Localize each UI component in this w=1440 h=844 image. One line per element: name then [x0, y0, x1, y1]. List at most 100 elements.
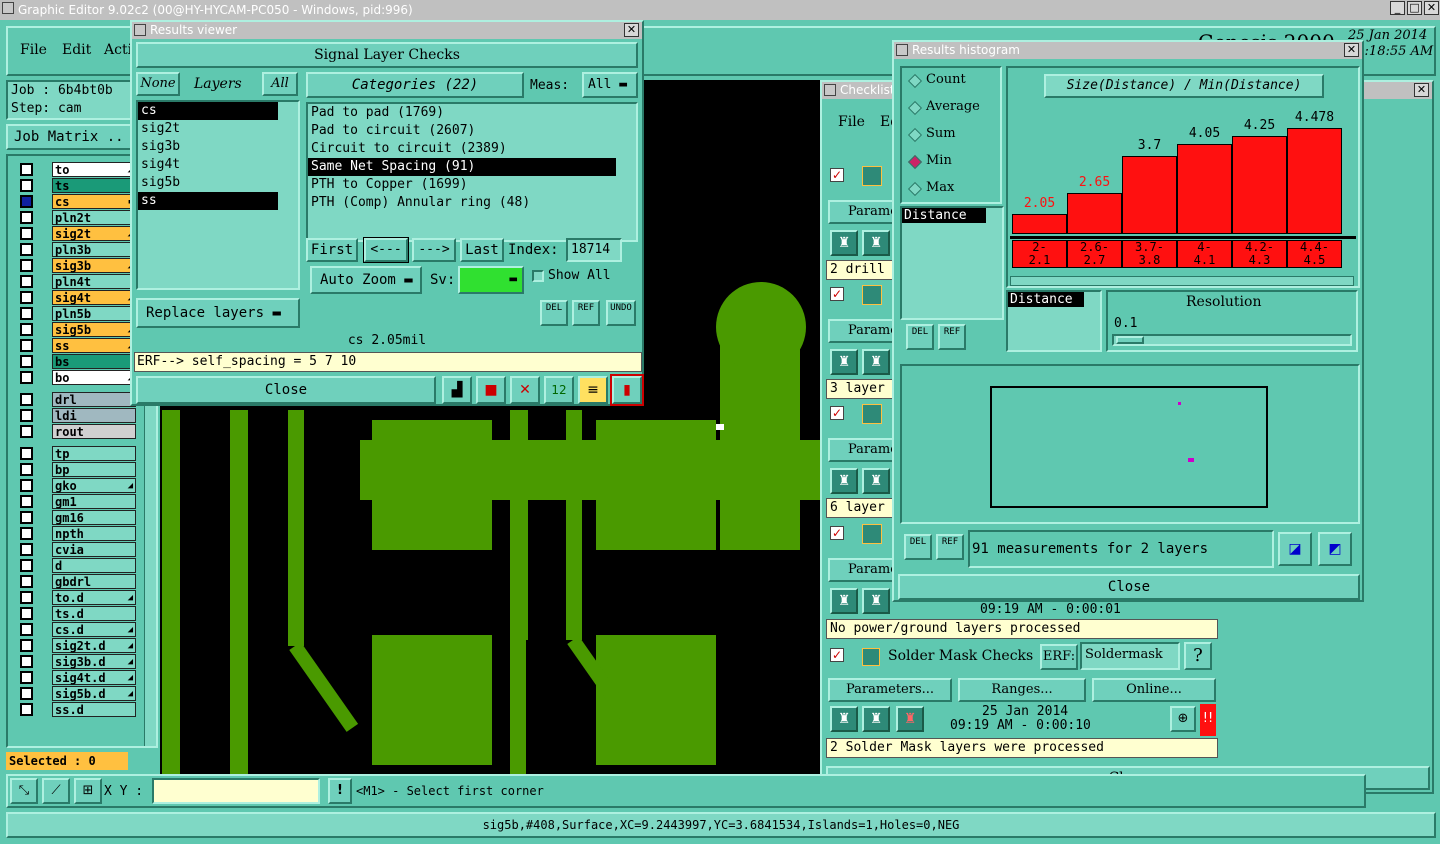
layer-checkbox[interactable]	[20, 655, 33, 668]
layer-row[interactable]: npth	[18, 526, 136, 541]
help-button[interactable]: ?	[1184, 642, 1212, 670]
layer-name[interactable]: gko ◢	[52, 478, 136, 493]
histogram-icon[interactable]: ▮	[610, 374, 644, 406]
layer-name[interactable]: drl	[52, 392, 136, 407]
mode-radio[interactable]: Min	[906, 151, 1000, 173]
menu-actions[interactable]: Acti	[104, 42, 132, 58]
histogram-bar[interactable]	[1012, 214, 1067, 234]
hist-del-button-2[interactable]: DEL	[904, 534, 932, 560]
run-icon[interactable]: ♜	[830, 349, 858, 375]
layer-checkbox[interactable]	[20, 179, 33, 192]
layer-checkbox[interactable]	[20, 671, 33, 684]
distance-list[interactable]: Distance	[900, 206, 1004, 320]
histogram-bar[interactable]	[1287, 128, 1342, 234]
run-icon[interactable]: ♜	[830, 468, 858, 494]
histogram-bar[interactable]	[1122, 156, 1177, 234]
checklist-menu-file[interactable]: File	[838, 114, 865, 130]
layer-name[interactable]: to.d ◢	[52, 590, 136, 605]
layer-checkbox[interactable]	[20, 687, 33, 700]
layer-name[interactable]: ts	[52, 178, 136, 193]
layer-row[interactable]: to◢	[18, 162, 136, 177]
filter-icon[interactable]: ▟	[442, 376, 472, 404]
layer-checkbox[interactable]	[20, 543, 33, 556]
menu-file[interactable]: File	[20, 42, 47, 58]
parameters-button[interactable]: Parameters...	[828, 678, 952, 702]
layer-name[interactable]: tp	[52, 446, 136, 461]
maximize-button[interactable]: □	[1407, 1, 1422, 15]
layer-row[interactable]: to.d ◢	[18, 590, 136, 605]
layer-checkbox[interactable]	[20, 211, 33, 224]
layer-name[interactable]: sig4t.d ◢	[52, 670, 136, 685]
hist-del-button[interactable]: DEL	[906, 324, 934, 350]
mode-radio[interactable]: Sum	[906, 124, 1000, 146]
layer-checkbox[interactable]	[20, 227, 33, 240]
histogram-close-button[interactable]: Close	[898, 574, 1360, 600]
layer-checkbox[interactable]	[20, 703, 33, 716]
run-icon[interactable]: ♜	[830, 230, 858, 256]
category-item[interactable]: Same Net Spacing (91)	[308, 158, 616, 176]
chart-scrollbar[interactable]	[1010, 276, 1354, 286]
checklist-close-x[interactable]: ✕	[1414, 83, 1429, 97]
all-button[interactable]: All	[262, 72, 298, 96]
layer-row[interactable]: ts	[18, 178, 136, 193]
layer-select-list[interactable]: cs sig2t sig3b sig4t sig5b ss	[136, 100, 300, 290]
solder-check[interactable]: ✓	[830, 648, 844, 662]
layer-name[interactable]: pln5b	[52, 306, 136, 321]
layer-name[interactable]: pln3b	[52, 242, 136, 257]
layer-checkbox[interactable]	[20, 463, 33, 476]
layer-checkbox[interactable]	[20, 575, 33, 588]
undo-button[interactable]: UNDO	[606, 300, 636, 326]
category-item[interactable]: Pad to circuit (2607)	[308, 122, 616, 140]
resolution-slider[interactable]	[1112, 334, 1352, 346]
layer-checkbox[interactable]	[20, 479, 33, 492]
layer-checkbox[interactable]	[20, 275, 33, 288]
params-button[interactable]: Parame	[828, 200, 898, 224]
layer-name[interactable]: bp	[52, 462, 136, 477]
layer-row[interactable]: sig2t◢	[18, 226, 136, 241]
distance-item[interactable]: Distance	[902, 208, 986, 223]
params-button[interactable]: Parame	[828, 558, 898, 582]
categories-header[interactable]: Categories (22)	[306, 72, 524, 98]
erf-button[interactable]: ERF:	[1040, 644, 1078, 670]
results-close-x[interactable]: ✕	[624, 23, 639, 37]
results-layer-item[interactable]: ss	[138, 192, 278, 210]
category-item[interactable]: PTH (Comp) Annular ring (48)	[308, 194, 616, 212]
layer-checkbox[interactable]	[20, 623, 33, 636]
layer-name[interactable]: cvia	[52, 542, 136, 557]
layer-name[interactable]: sig2t◢	[52, 226, 136, 241]
results-layer-item[interactable]: sig4t	[138, 156, 278, 174]
layer-row[interactable]: sig2t.d ◢	[18, 638, 136, 653]
run-all-icon[interactable]: ♜	[862, 706, 890, 732]
check-enabled[interactable]: ✓	[830, 168, 844, 182]
layer-row[interactable]: pln4t	[18, 274, 136, 289]
layer-row[interactable]: d	[18, 558, 136, 573]
layer-name[interactable]: gm16	[52, 510, 136, 525]
layer-name[interactable]: sig5b.d ◢	[52, 686, 136, 701]
layer-checkbox[interactable]	[20, 307, 33, 320]
run-all-icon[interactable]: ♜	[862, 349, 890, 375]
run-icon[interactable]: ♜	[830, 706, 858, 732]
layer-checkbox[interactable]	[20, 355, 33, 368]
layer-checkbox[interactable]	[20, 393, 33, 406]
layer-name[interactable]: bs	[52, 354, 136, 369]
ranges-button[interactable]: Ranges...	[958, 678, 1086, 702]
results-layer-item[interactable]: sig2t	[138, 120, 278, 138]
layer-row[interactable]: sig5b◢	[18, 322, 136, 337]
layer-row[interactable]: sig4t.d ◢	[18, 670, 136, 685]
results-close-button[interactable]: Close	[136, 376, 436, 404]
mode-radio[interactable]: Average	[906, 97, 1000, 119]
check-enabled[interactable]: ✓	[830, 526, 844, 540]
layer-checkbox[interactable]	[20, 495, 33, 508]
layer-name[interactable]: d	[52, 558, 136, 573]
layer-name[interactable]: to◢	[52, 162, 136, 177]
layer-row[interactable]: ts.d	[18, 606, 136, 621]
layer-checkbox[interactable]	[20, 559, 33, 572]
layer-name[interactable]: sig2t.d ◢	[52, 638, 136, 653]
layer-row[interactable]: sig4t◢	[18, 290, 136, 305]
erf-value[interactable]: Soldermask	[1080, 642, 1180, 670]
layer-checkbox[interactable]	[20, 409, 33, 422]
layer-checkbox[interactable]	[20, 527, 33, 540]
layer-checkbox[interactable]	[20, 339, 33, 352]
results-layer-item[interactable]: cs	[138, 102, 278, 120]
menu-edit[interactable]: Edit	[62, 42, 91, 58]
